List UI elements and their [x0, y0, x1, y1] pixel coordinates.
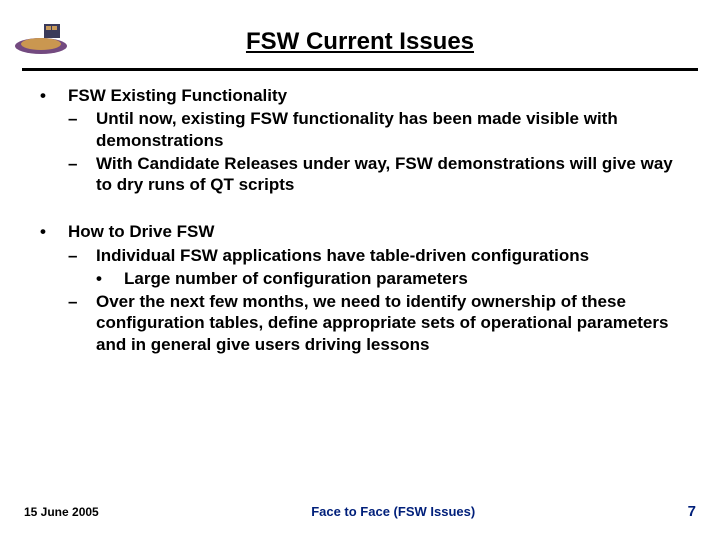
dash-icon: –	[68, 108, 96, 151]
footer-date: 15 June 2005	[24, 505, 99, 519]
bullet-text: Until now, existing FSW functionality ha…	[96, 108, 680, 151]
bullet-icon: •	[40, 85, 68, 106]
bullet-level2: – Over the next few months, we need to i…	[68, 291, 680, 355]
bullet-text: Individual FSW applications have table-d…	[96, 245, 589, 266]
bullet-icon: •	[40, 221, 68, 242]
bullet-text: Large number of configuration parameters	[124, 268, 468, 289]
slide-content: • FSW Existing Functionality – Until now…	[0, 71, 720, 355]
logo-icon	[12, 18, 70, 56]
footer-title: Face to Face (FSW Issues)	[311, 504, 475, 519]
bullet-text: Over the next few months, we need to ide…	[96, 291, 680, 355]
bullet-text: With Candidate Releases under way, FSW d…	[96, 153, 680, 196]
bullet-level2: – Until now, existing FSW functionality …	[68, 108, 680, 151]
slide-footer: 15 June 2005 Face to Face (FSW Issues) 7	[0, 503, 720, 520]
dash-icon: –	[68, 245, 96, 266]
section-heading: FSW Existing Functionality	[68, 85, 287, 106]
section-heading: How to Drive FSW	[68, 221, 214, 242]
section-block: • How to Drive FSW – Individual FSW appl…	[40, 221, 680, 355]
bullet-level1: • FSW Existing Functionality	[40, 85, 680, 106]
bullet-level3: • Large number of configuration paramete…	[96, 268, 680, 289]
dash-icon: –	[68, 153, 96, 196]
bullet-icon: •	[96, 268, 124, 289]
bullet-level2: – With Candidate Releases under way, FSW…	[68, 153, 680, 196]
dash-icon: –	[68, 291, 96, 355]
slide-title: FSW Current Issues	[0, 0, 720, 56]
bullet-level2: – Individual FSW applications have table…	[68, 245, 680, 266]
footer-page-number: 7	[688, 503, 696, 520]
section-block: • FSW Existing Functionality – Until now…	[40, 85, 680, 195]
bullet-level1: • How to Drive FSW	[40, 221, 680, 242]
